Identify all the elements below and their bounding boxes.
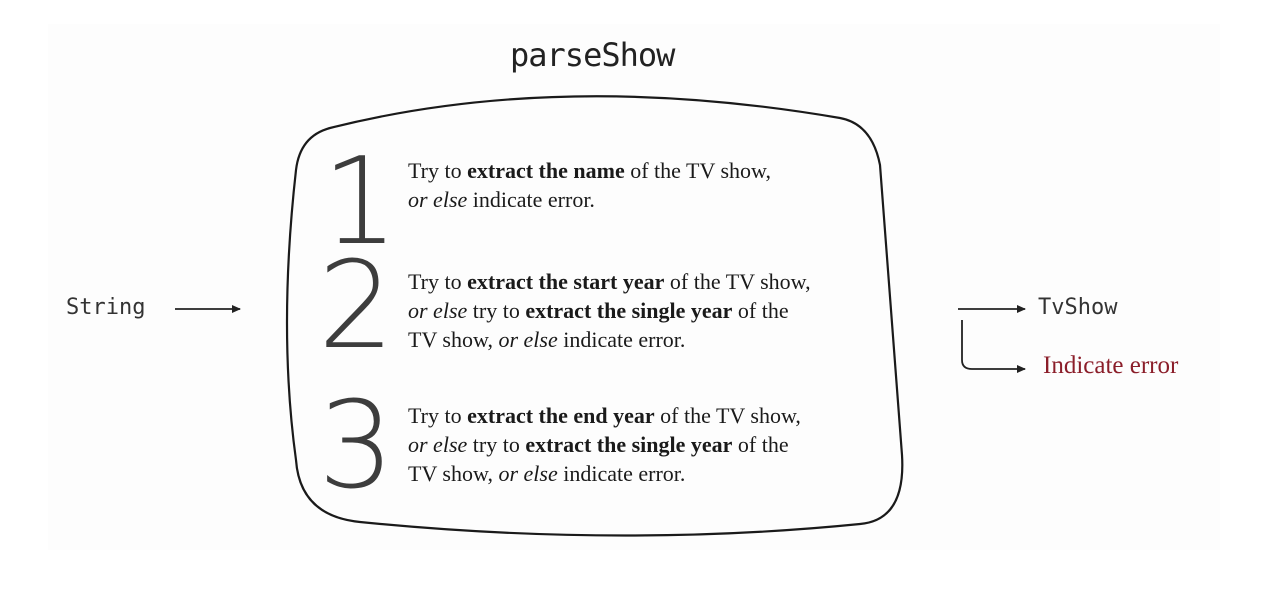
step-2-line-2: or else try to extract the single year o… (408, 296, 908, 325)
step-text-segment: or else (498, 461, 558, 486)
step-number-2: 2 (318, 237, 395, 376)
step-3-line-2: or else try to extract the single year o… (408, 430, 908, 459)
step-text-segment: TV show, (408, 327, 499, 352)
step-text-segment: indicate error. (557, 327, 686, 352)
step-text-segment: Try to (408, 269, 468, 294)
step-text-segment: or else (408, 298, 468, 323)
step-text-segment: of the TV show, (624, 158, 771, 183)
step-text-segment: try to (467, 298, 526, 323)
function-title: parseShow (510, 36, 675, 74)
step-text-segment: extract the name (467, 158, 625, 183)
step-text-segment: TV show, (408, 461, 499, 486)
step-text-segment: extract the single year (525, 432, 733, 457)
step-3-line-3: TV show, or else indicate error. (408, 459, 908, 488)
step-text-3: Try to extract the end year of the TV sh… (408, 401, 908, 488)
input-label: String (66, 295, 146, 320)
step-text-segment: extract the start year (467, 269, 665, 294)
step-number-3: 3 (318, 377, 395, 516)
step-text-segment: indicate error. (467, 187, 595, 212)
step-text-segment: extract the single year (525, 298, 733, 323)
success-output-label: TvShow (1038, 295, 1118, 320)
step-text-segment: Try to (408, 158, 468, 183)
step-text-segment: indicate error. (557, 461, 686, 486)
step-text-segment: try to (467, 432, 526, 457)
step-text-segment: of the TV show, (664, 269, 811, 294)
step-text-2: Try to extract the start year of the TV … (408, 267, 908, 354)
step-2-line-3: TV show, or else indicate error. (408, 325, 908, 354)
step-1-line-2: or else indicate error. (408, 185, 908, 214)
step-text-segment: or else (408, 432, 468, 457)
error-output-label: Indicate error (1043, 352, 1179, 379)
error-arrow (961, 320, 1026, 373)
step-text-segment: of the (732, 298, 789, 323)
step-3-line-1: Try to extract the end year of the TV sh… (408, 401, 908, 430)
step-text-segment: extract the end year (467, 403, 655, 428)
step-text-segment: or else (498, 327, 558, 352)
step-1-line-1: Try to extract the name of the TV show, (408, 156, 908, 185)
step-text-1: Try to extract the name of the TV show, o… (408, 156, 908, 214)
step-text-segment: of the TV show, (654, 403, 801, 428)
step-text-segment: Try to (408, 403, 468, 428)
step-text-segment: or else (408, 187, 468, 212)
step-text-segment: of the (732, 432, 789, 457)
step-2-line-1: Try to extract the start year of the TV … (408, 267, 908, 296)
